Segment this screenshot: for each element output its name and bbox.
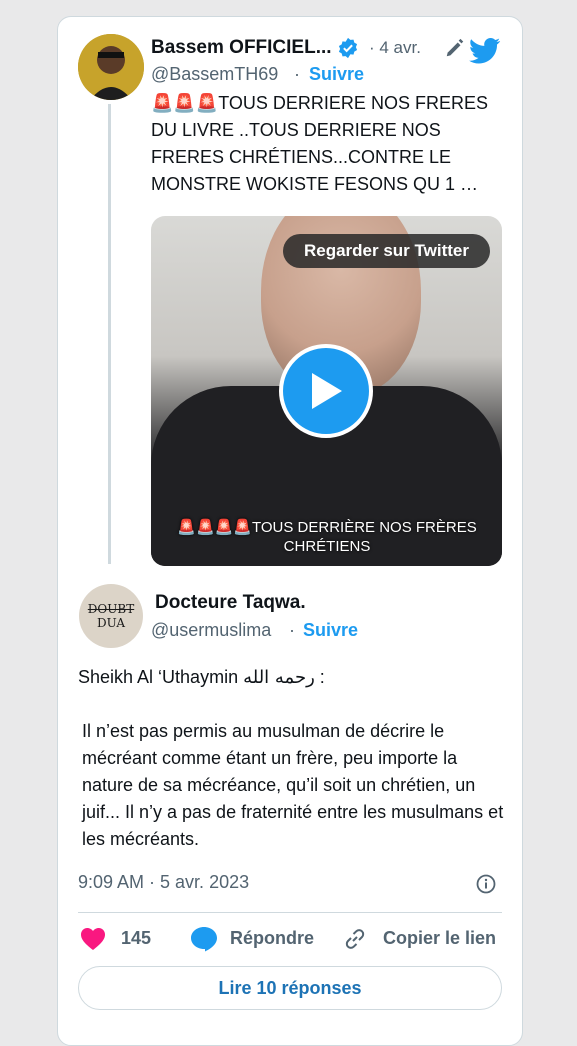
separator-dot: · [294,64,300,84]
quoted-follow-button[interactable]: Suivre [303,620,358,641]
quoted-line1-suffix: : [314,667,325,687]
quoted-paragraph: Il n’est pas permis au musulman de décri… [82,721,504,849]
reply-button[interactable]: Répondre [230,928,314,949]
twitter-bird-icon[interactable] [469,38,501,64]
reply-icon[interactable] [190,926,218,952]
follow-button[interactable]: Suivre [309,64,364,85]
play-button[interactable] [279,344,373,438]
avatar-text-doubt: DOUBT [87,602,135,616]
play-icon [312,373,342,409]
avatar-text-dua: DUA [96,616,126,630]
watch-on-twitter-button[interactable]: Regarder sur Twitter [283,234,490,268]
quoted-tweet-text: Sheikh Al ‘Uthaymin رحمه الله : Il n’est… [78,664,508,880]
info-icon[interactable] [476,874,496,894]
divider [78,912,502,913]
author-name[interactable]: Bassem OFFICIEL... [151,37,332,59]
thread-line [108,104,111,564]
avatar-bassem[interactable] [78,34,144,100]
author-handle[interactable]: @BassemTH69 [151,64,278,85]
quoted-line1-prefix: Sheikh Al ‘Uthaymin [78,667,244,687]
heart-icon[interactable] [80,927,106,951]
video-subtitle: 🚨🚨🚨🚨TOUS DERRIÈRE NOS FRÈRES CHRÉTIENS [177,519,477,555]
pen-icon[interactable] [444,37,466,59]
tweet-text: 🚨🚨🚨TOUS DERRIERE NOS FRERES DU LIVRE ..T… [151,90,511,198]
like-count[interactable]: 145 [121,928,151,949]
timestamp[interactable]: 9:09 AM · 5 avr. 2023 [78,872,249,893]
siren-emojis: 🚨🚨🚨 [151,93,219,113]
quoted-author-name[interactable]: Docteure Taqwa. [155,592,306,614]
verified-badge-icon [338,37,358,59]
avatar-docteure[interactable]: DOUBT DUA [79,584,143,648]
tweet-date[interactable]: · 4 avr. [369,38,421,58]
read-replies-button[interactable]: Lire 10 réponses [78,966,502,1010]
copy-link-button[interactable]: Copier le lien [383,928,496,949]
quoted-line1-arabic: رحمه الله [243,667,315,688]
link-icon[interactable] [342,926,368,952]
quoted-separator-dot: · [289,620,295,640]
quoted-author-handle[interactable]: @usermuslima [151,620,271,641]
